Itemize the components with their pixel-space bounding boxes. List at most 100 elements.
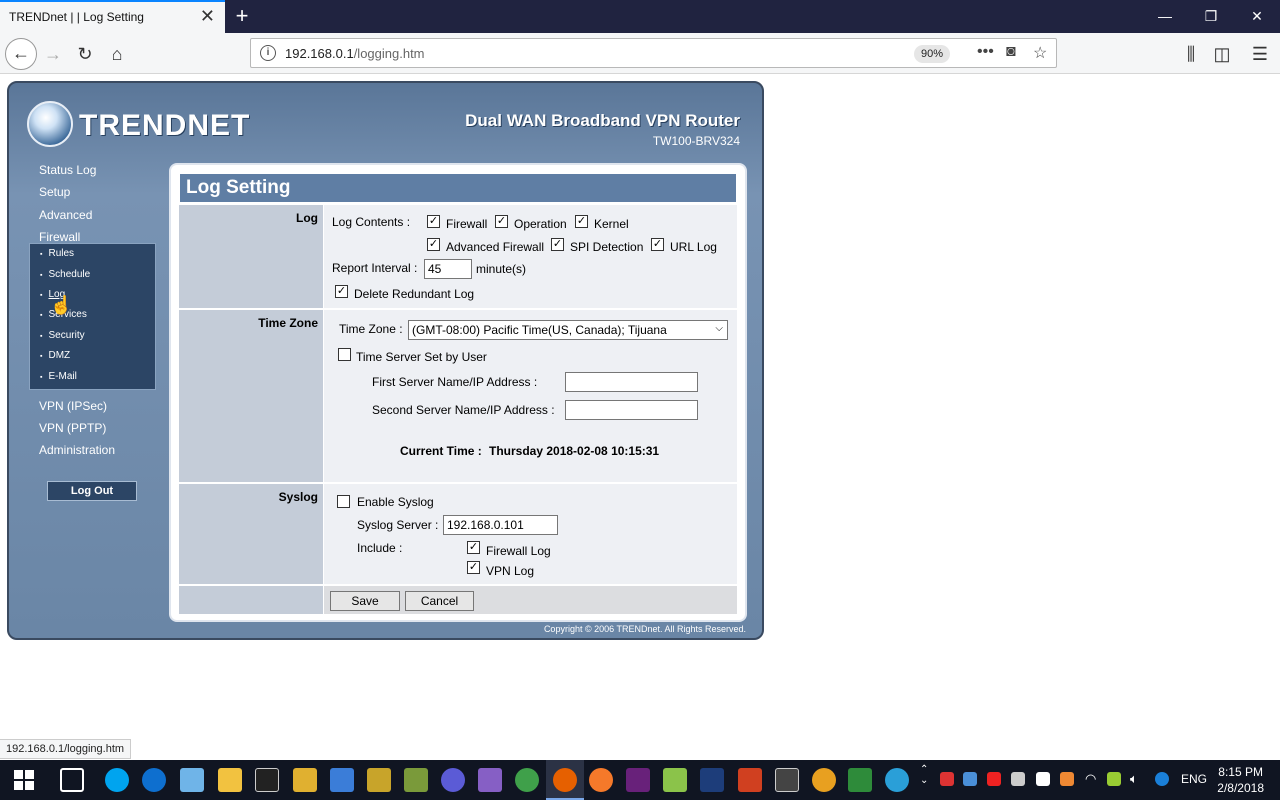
calendar-icon[interactable] — [775, 768, 799, 792]
enable-syslog-checkbox[interactable] — [337, 495, 350, 508]
visual-studio-icon[interactable] — [626, 768, 650, 792]
windows-start-icon[interactable] — [14, 770, 34, 790]
firefox-taskbar-button[interactable] — [546, 760, 584, 800]
tools-icon[interactable] — [404, 768, 428, 792]
security-shield-icon[interactable] — [1036, 772, 1050, 786]
tz-select-label: Time Zone : — [339, 322, 403, 336]
app-icon[interactable] — [367, 768, 391, 792]
tray-expand-icon[interactable]: ⌃ ⌄ — [920, 764, 928, 786]
terminal-icon[interactable] — [255, 768, 279, 792]
tray-app-icon[interactable] — [963, 772, 977, 786]
app-icon[interactable] — [738, 768, 762, 792]
nav-administration[interactable]: Administration — [39, 443, 115, 457]
forward-icon[interactable]: → — [38, 39, 68, 69]
time-zone-label: Time Zone — [179, 310, 323, 482]
zoom-level[interactable]: 90% — [914, 45, 951, 63]
operation-checkbox[interactable]: ✓ — [495, 215, 508, 228]
sub-rules[interactable]: Rules — [40, 248, 74, 259]
current-time-value: Thursday 2018-02-08 10:15:31 — [489, 444, 660, 458]
teamviewer-tray-icon[interactable] — [1155, 772, 1169, 786]
file-explorer-icon[interactable] — [218, 768, 242, 792]
app-icon[interactable] — [180, 768, 204, 792]
delete-redundant-checkbox[interactable]: ✓ — [335, 285, 348, 298]
tray-app-icon[interactable] — [1107, 772, 1121, 786]
firewall-log-label: Firewall Log — [486, 544, 551, 558]
menu-icon[interactable]: ☰ — [1245, 39, 1275, 69]
reload-icon[interactable]: ↻ — [70, 39, 100, 69]
input-language[interactable]: ENG — [1181, 772, 1207, 786]
report-interval-label: Report Interval : — [332, 261, 418, 275]
time-zone-select[interactable]: (GMT-08:00) Pacific Time(US, Canada); Ti… — [408, 320, 728, 340]
tray-app-icon[interactable] — [1060, 772, 1074, 786]
nav-status-log[interactable]: Status Log — [39, 163, 96, 177]
info-icon[interactable]: i — [260, 45, 276, 61]
title-bar: TRENDnet | | Log Setting ✕ + — ❐ ✕ — [0, 0, 1280, 33]
tray-app-icon[interactable] — [940, 772, 954, 786]
lock-icon[interactable] — [987, 772, 1001, 786]
nav-vpn-pptp[interactable]: VPN (PPTP) — [39, 421, 106, 435]
pocket-icon[interactable]: ◙ — [1006, 43, 1016, 61]
sub-dmz[interactable]: DMZ — [40, 350, 70, 361]
nav-setup[interactable]: Setup — [39, 185, 70, 199]
url-log-label: URL Log — [670, 240, 717, 254]
spi-detection-checkbox[interactable]: ✓ — [551, 238, 564, 251]
app-icon[interactable] — [812, 768, 836, 792]
url-bar[interactable]: i 192.168.0.1/logging.htm 90% ••• ◙ ☆ — [250, 38, 1057, 68]
restore-icon[interactable]: ❐ — [1188, 0, 1234, 33]
clock-time: 8:15 PM — [1218, 765, 1263, 779]
bookmark-star-icon[interactable]: ☆ — [1033, 43, 1047, 63]
firewall-checkbox[interactable]: ✓ — [427, 215, 440, 228]
syslog-server-input[interactable]: 192.168.0.101 — [443, 515, 558, 535]
time-server-checkbox[interactable] — [338, 348, 351, 361]
usb-icon[interactable] — [1011, 772, 1025, 786]
log-setting-panel: Log Setting Log Log Contents : ✓ Firewal… — [169, 163, 747, 622]
url-text: 192.168.0.1/logging.htm — [285, 46, 425, 61]
blender-icon[interactable] — [589, 768, 613, 792]
app-icon[interactable] — [700, 768, 724, 792]
nav-vpn-ipsec[interactable]: VPN (IPSec) — [39, 399, 107, 413]
volume-icon[interactable]: 🔈︎ — [1130, 771, 1138, 787]
minimize-icon[interactable]: — — [1142, 0, 1188, 33]
logout-button[interactable]: Log Out — [47, 481, 137, 501]
close-tab-icon[interactable]: ✕ — [200, 7, 215, 25]
sub-schedule[interactable]: Schedule — [40, 269, 90, 280]
sub-email[interactable]: E-Mail — [40, 371, 76, 382]
app-icon[interactable] — [441, 768, 465, 792]
teamviewer-icon[interactable] — [142, 768, 166, 792]
nav-advanced[interactable]: Advanced — [39, 208, 92, 222]
page-actions-icon[interactable]: ••• — [977, 43, 994, 61]
library-icon[interactable]: ⫼ — [1176, 39, 1206, 69]
advanced-firewall-checkbox[interactable]: ✓ — [427, 238, 440, 251]
back-icon[interactable]: ← — [5, 38, 37, 70]
kernel-checkbox[interactable]: ✓ — [575, 215, 588, 228]
browser-tab[interactable]: TRENDnet | | Log Setting ✕ — [0, 0, 225, 33]
save-button[interactable]: Save — [330, 591, 400, 611]
wifi-icon[interactable]: ◠ — [1085, 771, 1096, 787]
app-icon[interactable] — [663, 768, 687, 792]
clock[interactable]: 8:15 PM 2/8/2018 — [1217, 764, 1264, 796]
new-tab-icon[interactable]: + — [231, 3, 253, 29]
sub-security[interactable]: Security — [40, 330, 84, 341]
task-view-icon[interactable] — [60, 768, 84, 792]
sidebar-icon[interactable]: ◫ — [1207, 39, 1237, 69]
syslog-row: Syslog Enable Syslog Syslog Server : 192… — [179, 483, 737, 584]
cancel-button[interactable]: Cancel — [405, 591, 474, 611]
globe-icon[interactable] — [515, 768, 539, 792]
clock-date: 2/8/2018 — [1217, 781, 1264, 795]
second-server-input[interactable] — [565, 400, 698, 420]
skype-icon[interactable] — [105, 768, 129, 792]
app-icon[interactable] — [885, 768, 909, 792]
router-page: TRENDNET Dual WAN Broadband VPN Router T… — [7, 81, 764, 640]
app-icon[interactable] — [293, 768, 317, 792]
network-tool-icon[interactable] — [330, 768, 354, 792]
first-server-input[interactable] — [565, 372, 698, 392]
home-icon[interactable]: ⌂ — [102, 39, 132, 69]
url-log-checkbox[interactable]: ✓ — [651, 238, 664, 251]
spreadsheet-icon[interactable] — [848, 768, 872, 792]
report-interval-input[interactable]: 45 — [424, 259, 472, 279]
nav-firewall[interactable]: Firewall — [39, 230, 80, 244]
firewall-log-checkbox[interactable]: ✓ — [467, 541, 480, 554]
vpn-log-checkbox[interactable]: ✓ — [467, 561, 480, 574]
visual-studio-icon[interactable] — [478, 768, 502, 792]
close-window-icon[interactable]: ✕ — [1234, 0, 1280, 33]
